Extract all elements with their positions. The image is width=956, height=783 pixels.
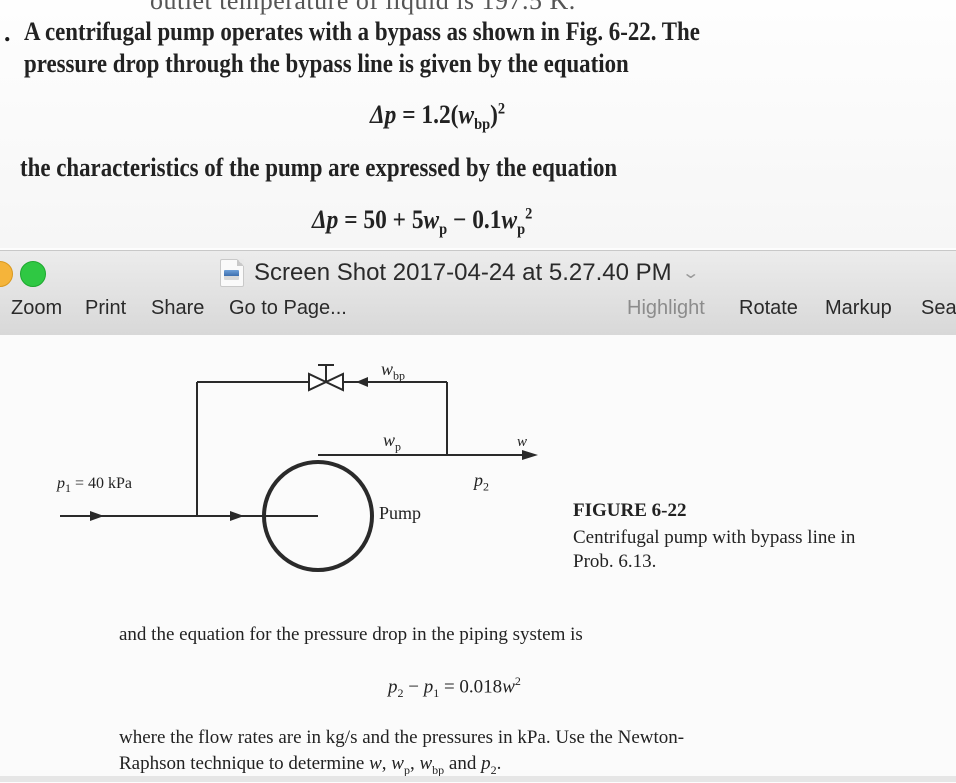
line2-prefix: Raphson technique to determine [119,753,370,774]
image-document-icon [220,259,244,287]
eq2-mid: − 0.1 [447,205,502,234]
w-var: w [517,434,528,450]
w-p-var: w [383,430,396,450]
eq2-exp: 2 [525,205,533,223]
toolbar-zoom-button[interactable]: Zoom [11,297,62,320]
var-w: w [369,753,382,774]
var-p2: p [481,753,491,774]
var-wbp-sub: bp [432,762,445,777]
pump-characteristic-equation: Δp = 50 + 5wp − 0.1wp2 [312,205,532,239]
window-bottom-edge [0,776,956,782]
label-w: w [517,434,527,451]
problem-text-line-2: pressure drop through the bypass line is… [24,49,629,78]
problem-text-line-1: A centrifugal pump operates with a bypas… [24,17,700,46]
eq1-lhs: Δp [370,100,397,129]
preview-document-content: wbp wp w p2 p1 = 40 kPa Pump FIGURE 6-22… [0,335,956,782]
sep1: , [381,753,392,774]
p2-sub: 2 [483,479,489,494]
eq3-exp: 2 [514,674,521,688]
window-title: Screen Shot 2017-04-24 at 5.27.40 PM [254,259,672,286]
eq2-var2: w [501,205,518,234]
pump-characteristics-text: the characteristics of the pump are expr… [20,153,618,182]
eq1-suffix: ) [490,100,498,129]
label-w-p: wp [383,430,401,455]
eq2-var1: w [423,205,440,234]
eq3-p1: p [423,676,434,698]
inlet-arrow-icon [90,511,104,521]
valve-icon [308,364,344,392]
p1-value: = 40 kPa [71,475,133,492]
eq2-text: = 50 + 5 [344,205,424,234]
cut-off-text-line: outlet temperature of liquid is 197.5 K. [150,0,576,15]
minimize-window-button[interactable] [0,261,13,287]
eq1-exp: 2 [497,100,506,118]
period: . [496,753,502,774]
pump-inlet-arrow-icon [230,511,244,521]
eq2-sub2: p [517,221,526,239]
eq3-minus: − [403,676,424,698]
units-text-line-1: where the flow rates are in kg/s and the… [119,727,685,748]
and-word: and [444,753,482,774]
eq2-lhs: Δp [312,205,339,234]
w-bp-sub: bp [393,368,406,383]
window-title-group[interactable]: Screen Shot 2017-04-24 at 5.27.40 PM ⌄ [220,257,700,289]
p2-var: p [474,470,483,490]
toolbar-print-button[interactable]: Print [85,297,126,320]
eq1-rhs-prefix: = 1.2( [402,100,459,129]
w-bp-var: w [381,359,394,379]
piping-pressure-text: and the equation for the pressure drop i… [119,624,583,645]
label-w-bp: wbp [381,359,405,384]
eq3-p2: p [388,676,398,698]
eq1-sub: bp [474,116,491,134]
eq3-rhs: = 0.018 [439,676,503,698]
label-p2: p2 [474,470,489,495]
figure-caption: Centrifugal pump with bypass line in Pro… [573,527,856,572]
toolbar-go-to-page-button[interactable]: Go to Page... [229,297,347,320]
background-document: outlet temperature of liquid is 197.5 K.… [0,0,956,248]
outlet-arrow-icon [522,450,538,460]
bypass-pressure-equation: Δp = 1.2(wbp)2 [370,100,505,134]
figure-title: FIGURE 6-22 [573,500,687,521]
zoom-window-button[interactable] [20,261,46,287]
problem-bullet: . [4,18,11,47]
preview-window-titlebar: Screen Shot 2017-04-24 at 5.27.40 PM ⌄ Z… [0,250,956,336]
toolbar-markup-button[interactable]: Markup [825,297,892,320]
label-p1: p1 = 40 kPa [57,475,132,496]
toolbar-share-button[interactable]: Share [151,297,204,320]
label-pump: Pump [379,503,422,523]
bypass-arrow-icon [356,377,368,387]
piping-pressure-equation: p2 − p1 = 0.018w2 [388,674,521,701]
eq1-var: w [458,100,475,129]
toolbar-rotate-button[interactable]: Rotate [739,297,798,320]
var-wbp: w [419,753,433,774]
w-p-sub: p [395,439,402,454]
eq3-var: w [502,676,515,698]
toolbar-search-button[interactable]: Sea [921,297,956,320]
var-wp: w [391,753,404,774]
p1-var: p [57,475,65,492]
eq2-sub1: p [439,221,448,239]
chevron-down-icon[interactable]: ⌄ [681,263,700,283]
toolbar-highlight-button[interactable]: Highlight [627,297,705,320]
